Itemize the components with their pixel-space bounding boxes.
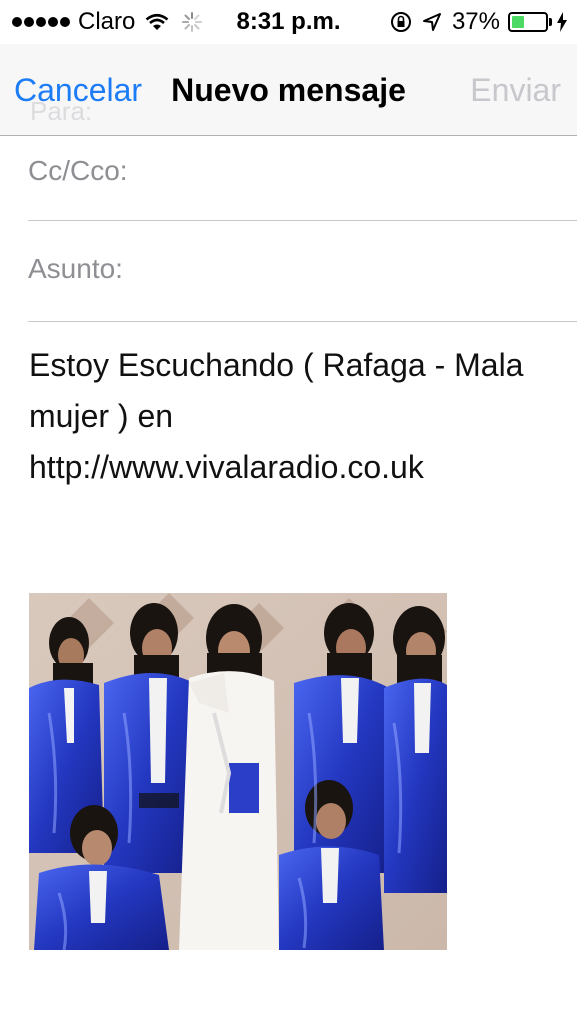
status-right: 37%	[390, 8, 567, 36]
battery-percent: 37%	[451, 8, 500, 35]
location-arrow-icon	[422, 13, 441, 31]
rotation-lock-icon	[390, 12, 411, 32]
cc-bcc-input[interactable]	[150, 149, 567, 193]
message-link[interactable]: http://www.vivalaradio.co.uk	[29, 442, 549, 493]
message-body[interactable]: Estoy Escuchando ( Rafaga - Mala mujer )…	[29, 340, 549, 493]
message-line: mujer ) en	[29, 398, 174, 434]
band-photo-image	[29, 593, 447, 950]
attached-band-photo[interactable]	[29, 593, 447, 950]
battery-icon	[508, 12, 552, 32]
compose-nav-bar: Para: Cancelar Nuevo mensaje Enviar	[0, 44, 577, 136]
message-line: Estoy Escuchando ( Rafaga - Mala	[29, 347, 524, 383]
cc-bcc-label: Cc/Cco:	[28, 155, 128, 186]
charging-bolt-icon	[557, 12, 567, 32]
subject-input[interactable]	[150, 247, 567, 291]
subject-label: Asunto:	[28, 253, 123, 284]
cancel-button[interactable]: Cancelar	[14, 72, 142, 109]
subject-field[interactable]: Asunto:	[0, 221, 577, 321]
send-button[interactable]: Enviar	[470, 72, 561, 109]
status-bar: Claro 8:31 p.m. 37%	[0, 0, 577, 44]
divider	[28, 321, 577, 322]
